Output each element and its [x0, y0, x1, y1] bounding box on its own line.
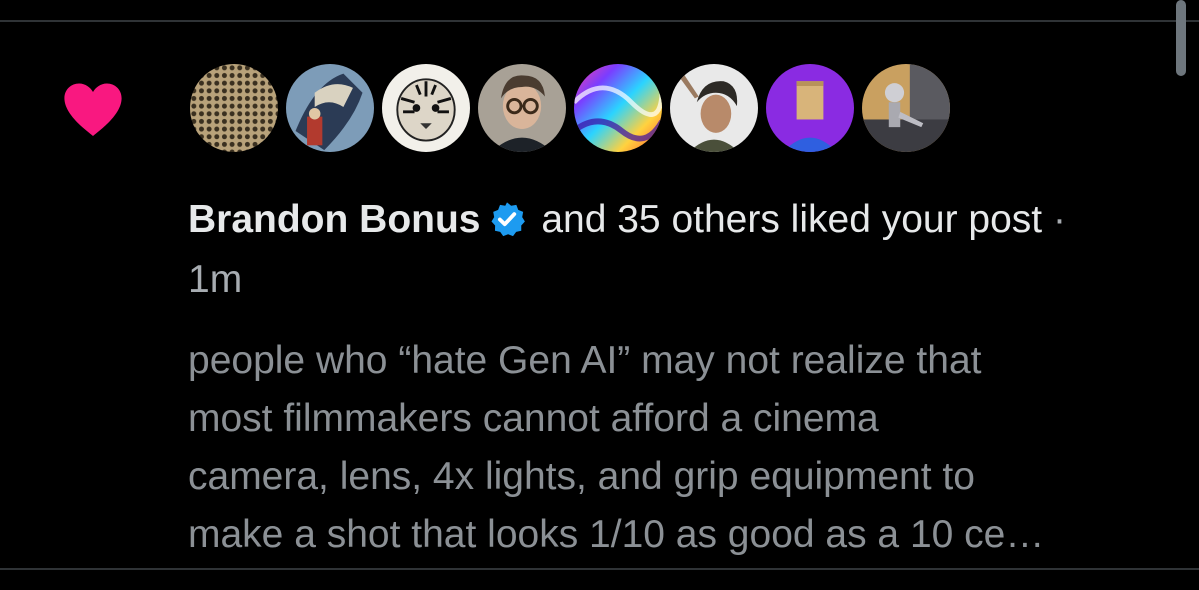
heart-icon: [64, 83, 122, 136]
like-notification[interactable]: Brandon Bonus and 35 others liked your p…: [0, 22, 1199, 568]
notification-headline: Brandon Bonus and 35 others liked your p…: [188, 190, 1128, 310]
avatar-paper-bag-head[interactable]: [764, 62, 856, 154]
verified-badge-icon: [491, 202, 526, 237]
timestamp[interactable]: 1m: [188, 258, 242, 301]
avatar-tiger-sketch[interactable]: [380, 62, 472, 154]
avatar-man-glasses[interactable]: [476, 62, 568, 154]
avatar-game-character[interactable]: [668, 62, 760, 154]
actor-name[interactable]: Brandon Bonus: [188, 198, 480, 241]
bottom-divider: [0, 568, 1199, 570]
meta-separator: ·: [1052, 198, 1066, 241]
action-text: and 35 others liked your post: [541, 198, 1043, 241]
avatar-mesh-pattern[interactable]: [188, 62, 280, 154]
post-excerpt[interactable]: people who “hate Gen AI” may not realize…: [188, 332, 1163, 564]
avatar-robot-skeleton[interactable]: [860, 62, 952, 154]
avatar-rainbow-swirl[interactable]: [572, 62, 664, 154]
liker-avatars: [188, 62, 952, 158]
avatar-comic-hero[interactable]: [284, 62, 376, 154]
